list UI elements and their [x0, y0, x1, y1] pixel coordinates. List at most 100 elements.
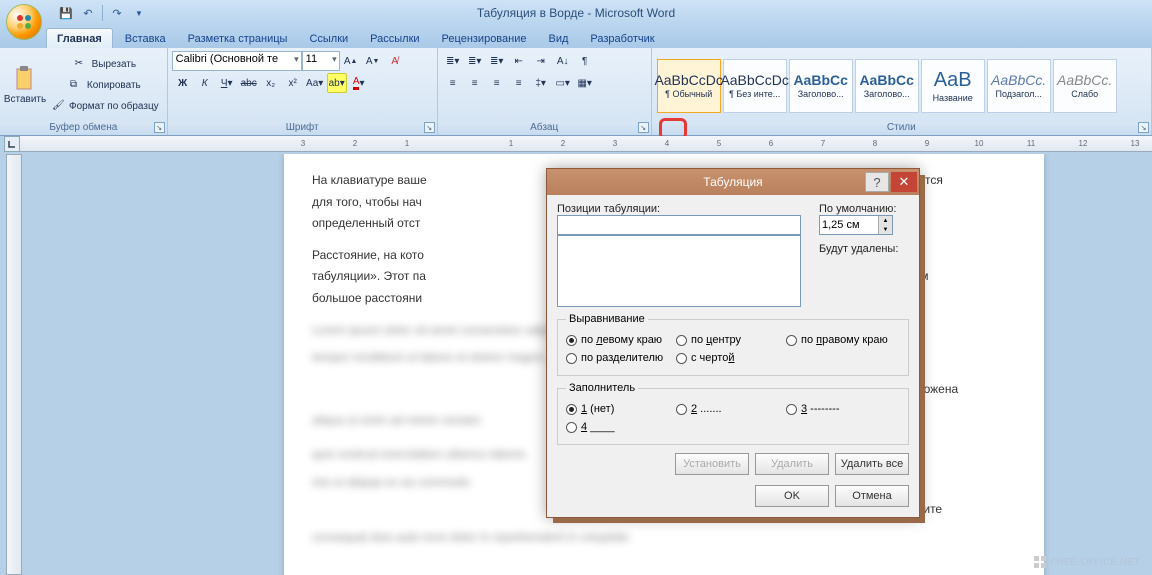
italic-button[interactable]: К [195, 73, 215, 93]
shrink-font-button[interactable]: A▼ [363, 51, 383, 71]
dialog-close-button[interactable]: ✕ [891, 172, 917, 192]
spin-down-icon[interactable]: ▼ [878, 225, 892, 234]
align-left-radio[interactable]: по левому краю [566, 334, 676, 346]
clear-button[interactable]: Удалить [755, 453, 829, 475]
group-clipboard-label: Буфер обмена [49, 122, 117, 133]
tab-dev[interactable]: Разработчик [580, 29, 664, 48]
para-launcher[interactable]: ↘ [638, 122, 649, 133]
group-para-label: Абзац [530, 122, 558, 133]
tab-home[interactable]: Главная [46, 28, 113, 48]
style-h2[interactable]: AaBbCcЗаголово... [855, 59, 919, 113]
alignment-group: Выравнивание по левому краю по центру по… [557, 313, 909, 376]
align-bar-radio[interactable]: с чертой [676, 352, 786, 364]
grow-font-button[interactable]: A▲ [341, 51, 361, 71]
watermark: FREE-OFFICE.NET [1033, 555, 1140, 569]
qat-dropdown-icon[interactable]: ▼ [131, 5, 147, 21]
shading-button[interactable]: ▭▾ [553, 73, 573, 93]
tab-mail[interactable]: Рассылки [360, 29, 429, 48]
horizontal-ruler[interactable]: 3 2 1 1 2 3 4 5 6 7 8 9 10 11 12 13 14 1… [20, 136, 1152, 152]
superscript-button[interactable]: x² [283, 73, 303, 93]
style-nospacing[interactable]: AaBbCcDc¶ Без инте... [723, 59, 787, 113]
align-right-button[interactable]: ≡ [487, 73, 507, 93]
style-title[interactable]: AaBНазвание [921, 59, 985, 113]
group-paragraph: ≣▾ ≣▾ ≣▾ ⇤ ⇥ A↓ ¶ ≡ ≡ ≡ ≡ ‡▾ ▭▾ ▦▾ Абзац… [438, 48, 652, 135]
highlight-button[interactable]: ab▾ [327, 73, 347, 93]
align-center-radio[interactable]: по центру [676, 334, 786, 346]
def-label: По умолчанию: [819, 203, 909, 215]
style-subtitle[interactable]: AaBbCc.Подзагол... [987, 59, 1051, 113]
numbering-button[interactable]: ≣▾ [465, 51, 485, 71]
set-button[interactable]: Установить [675, 453, 749, 475]
font-size-combo[interactable]: 11 [302, 51, 340, 71]
titlebar: 💾 ↶ ↷ ▼ Табуляция в Ворде - Microsoft Wo… [0, 0, 1152, 26]
leader-4-radio[interactable]: 4 ____ [566, 421, 676, 433]
bold-button[interactable]: Ж [173, 73, 193, 93]
format-painter-button[interactable]: 🖌Формат по образцу [49, 97, 162, 117]
font-color-button[interactable]: A▾ [349, 73, 369, 93]
show-marks-button[interactable]: ¶ [575, 51, 595, 71]
style-weak[interactable]: AaBbCc.Слабо [1053, 59, 1117, 113]
style-normal[interactable]: AaBbCcDc¶ Обычный [657, 59, 721, 113]
font-launcher[interactable]: ↘ [424, 122, 435, 133]
line-spacing-button[interactable]: ‡▾ [531, 73, 551, 93]
align-right-radio[interactable]: по правому краю [786, 334, 896, 346]
change-case-button[interactable]: Aa▾ [305, 73, 325, 93]
tab-insert[interactable]: Вставка [115, 29, 176, 48]
group-font-label: Шрифт [286, 122, 319, 133]
tab-selector[interactable] [4, 136, 20, 152]
align-decimal-radio[interactable]: по разделителю [566, 352, 676, 364]
office-button[interactable] [6, 4, 42, 40]
brush-icon: 🖌 [52, 100, 66, 114]
borders-button[interactable]: ▦▾ [575, 73, 595, 93]
window-title: Табуляция в Ворде - Microsoft Word [477, 6, 675, 20]
cancel-button[interactable]: Отмена [835, 485, 909, 507]
ribbon-tabs: Главная Вставка Разметка страницы Ссылки… [0, 26, 1152, 48]
tab-positions-list[interactable] [557, 235, 801, 307]
align-left-button[interactable]: ≡ [443, 73, 463, 93]
tab-refs[interactable]: Ссылки [299, 29, 358, 48]
font-name-combo[interactable]: Calibri (Основной те [172, 51, 302, 71]
indent-dec-button[interactable]: ⇤ [509, 51, 529, 71]
vertical-ruler[interactable] [6, 154, 22, 575]
cut-button[interactable]: ✂Вырезать [49, 55, 162, 75]
redo-icon[interactable]: ↷ [109, 5, 125, 21]
justify-button[interactable]: ≡ [509, 73, 529, 93]
underline-button[interactable]: Ч▾ [217, 73, 237, 93]
paste-button[interactable]: Вставить [5, 56, 45, 116]
group-clipboard: Вставить ✂Вырезать ⧉Копировать 🖌Формат п… [0, 48, 168, 135]
style-h1[interactable]: AaBbCcЗаголово... [789, 59, 853, 113]
tabs-dialog: Табуляция ? ✕ Позиции табуляции: По умол… [546, 168, 920, 518]
tab-position-input[interactable] [557, 215, 801, 235]
del-label: Будут удалены: [819, 243, 909, 255]
dialog-titlebar[interactable]: Табуляция ? ✕ [547, 169, 919, 195]
multilevel-button[interactable]: ≣▾ [487, 51, 507, 71]
dialog-help-button[interactable]: ? [865, 172, 889, 192]
tab-review[interactable]: Рецензирование [432, 29, 537, 48]
copy-button[interactable]: ⧉Копировать [49, 76, 162, 96]
bullets-button[interactable]: ≣▾ [443, 51, 463, 71]
tab-view[interactable]: Вид [539, 29, 579, 48]
leader-1-radio[interactable]: 1 (нет) [566, 403, 676, 415]
save-icon[interactable]: 💾 [58, 5, 74, 21]
strike-button[interactable]: abc [239, 73, 259, 93]
leader-3-radio[interactable]: 3 -------- [786, 403, 896, 415]
styles-launcher[interactable]: ↘ [1138, 122, 1149, 133]
spin-up-icon[interactable]: ▲ [878, 216, 892, 225]
group-styles: AaBbCcDc¶ Обычный AaBbCcDc¶ Без инте... … [652, 48, 1152, 135]
subscript-button[interactable]: x₂ [261, 73, 281, 93]
ok-button[interactable]: OK [755, 485, 829, 507]
paste-label: Вставить [4, 94, 46, 105]
align-center-button[interactable]: ≡ [465, 73, 485, 93]
scissors-icon: ✂ [75, 58, 89, 72]
ribbon: Вставить ✂Вырезать ⧉Копировать 🖌Формат п… [0, 48, 1152, 136]
sort-button[interactable]: A↓ [553, 51, 573, 71]
undo-icon[interactable]: ↶ [80, 5, 96, 21]
default-tab-spinner[interactable]: 1,25 см ▲▼ [819, 215, 893, 235]
leader-2-radio[interactable]: 2 ....... [676, 403, 786, 415]
clear-format-button[interactable]: A̸ [385, 51, 405, 71]
tab-layout[interactable]: Разметка страницы [178, 29, 298, 48]
clear-all-button[interactable]: Удалить все [835, 453, 909, 475]
indent-inc-button[interactable]: ⇥ [531, 51, 551, 71]
clipboard-launcher[interactable]: ↘ [154, 122, 165, 133]
leader-legend: Заполнитель [566, 382, 638, 394]
